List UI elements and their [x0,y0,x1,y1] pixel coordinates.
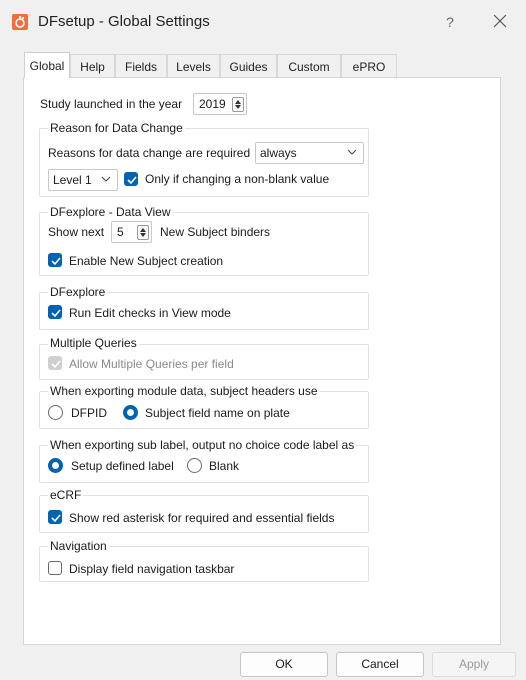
tab-help[interactable]: Help [70,54,115,78]
check-icon [51,309,61,318]
enable-new-subject-label: Enable New Subject creation [69,254,224,268]
dfpid-label: DFPID [71,406,107,420]
allow-multiple-queries-label: Allow Multiple Queries per field [69,357,234,371]
check-icon [51,257,61,266]
dfpid-radio[interactable] [48,405,63,420]
spin-arrows-icon[interactable] [137,225,149,240]
blank-label: Blank [209,459,240,473]
export-sublabel-group-title: When exporting sub label, output no choi… [48,438,357,452]
enable-new-subject-checkbox[interactable] [48,253,62,267]
nonblank-checkbox[interactable] [124,172,138,186]
tab-fields[interactable]: Fields [115,54,167,78]
dataview-group-title: DFexplore - Data View [48,205,173,219]
dfexplore-group-title: DFexplore [48,285,108,299]
subject-field-name-radio[interactable] [123,405,138,420]
close-button[interactable] [484,8,516,36]
show-next-label: Show next [48,225,105,239]
red-asterisk-checkbox[interactable] [48,510,62,524]
chevron-down-icon [347,149,357,155]
navigation-taskbar-label: Display field navigation taskbar [69,562,235,576]
show-next-value: 5 [117,225,124,239]
check-icon [51,514,61,523]
navigation-taskbar-checkbox[interactable] [48,561,62,575]
run-edit-checks-checkbox[interactable] [48,305,62,319]
close-icon [493,14,507,28]
reason-required-label: Reasons for data change are required [48,146,251,160]
level-value: Level 1 [53,173,92,187]
red-asterisk-label: Show red asterisk for required and essen… [69,511,335,525]
tab-custom[interactable]: Custom [277,54,341,78]
show-next-spinbox[interactable]: 5 [111,221,152,243]
blank-radio[interactable] [187,458,202,473]
check-icon [51,360,61,369]
help-button[interactable]: ? [438,10,462,34]
run-edit-checks-label: Run Edit checks in View mode [69,306,231,320]
tab-levels[interactable]: Levels [167,54,220,78]
binders-label: New Subject binders [160,225,271,239]
reason-required-combo[interactable]: always [255,142,364,164]
check-icon [127,176,137,185]
level-combo[interactable]: Level 1 [48,169,118,191]
tab-guides[interactable]: Guides [220,54,277,78]
study-year-label: Study launched in the year [40,97,183,111]
allow-multiple-queries-checkbox[interactable] [48,356,62,370]
ok-button[interactable]: OK [240,652,328,677]
setup-defined-label-label: Setup defined label [71,459,174,473]
chevron-down-icon [101,176,111,182]
study-year-spinbox[interactable]: 2019 [193,93,247,115]
reason-required-value: always [260,146,297,160]
export-headers-group-title: When exporting module data, subject head… [48,384,320,398]
spin-arrows-icon[interactable] [232,97,244,112]
setup-defined-label-radio[interactable] [48,458,63,473]
navigation-group-title: Navigation [48,539,109,553]
ecrf-group-title: eCRF [48,488,84,502]
window-title: DFsetup - Global Settings [38,13,210,30]
tab-epro[interactable]: ePRO [341,54,397,78]
cancel-button[interactable]: Cancel [336,652,424,677]
title-bar: DFsetup - Global Settings ? [0,0,526,44]
multiple-queries-group-title: Multiple Queries [48,336,139,350]
study-year-value: 2019 [199,97,226,111]
app-icon [12,14,28,30]
subject-field-name-label: Subject field name on plate [145,406,290,420]
apply-button[interactable]: Apply [432,652,516,677]
tab-global[interactable]: Global [24,52,70,78]
nonblank-label: Only if changing a non-blank value [145,172,330,186]
reason-group-title: Reason for Data Change [48,121,185,135]
